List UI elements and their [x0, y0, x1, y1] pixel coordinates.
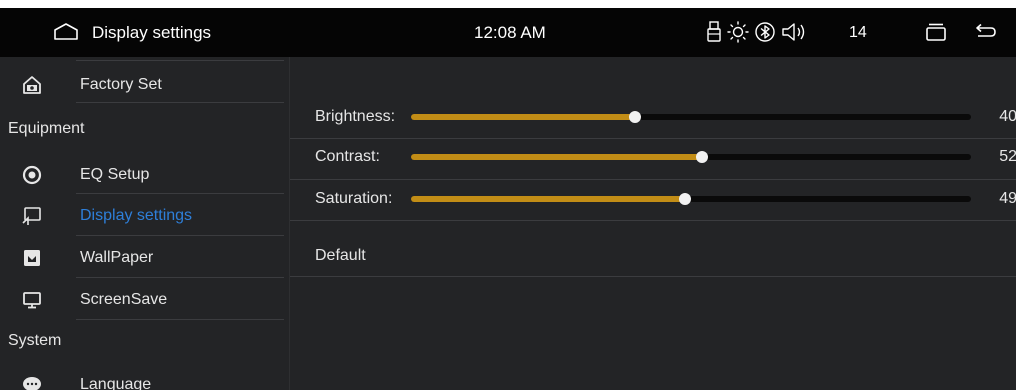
sidebar-item-label: WallPaper [80, 249, 154, 266]
brightness-slider-fill [411, 114, 635, 120]
volume-level: 14 [849, 24, 867, 41]
sidebar-item-label: ScreenSave [80, 291, 168, 308]
divider [290, 220, 1021, 221]
chat-icon [23, 377, 41, 390]
monitor-icon [23, 292, 41, 309]
sidebar: Factory Set Equipment EQ Setup Display s… [0, 57, 290, 390]
brightness-value: 40 [999, 108, 1017, 125]
divider [76, 60, 284, 61]
home-icon[interactable] [52, 21, 80, 43]
display-icon [22, 207, 41, 225]
saturation-slider-thumb[interactable] [679, 193, 692, 205]
divider [76, 102, 284, 103]
frame-top [0, 0, 1021, 8]
frame-right [1016, 0, 1021, 390]
clock: 12:08 AM [474, 23, 546, 42]
sidebar-item-label: EQ Setup [80, 166, 150, 183]
top-bar: Display settings 12:08 AM 14 [0, 8, 1021, 57]
settings-panel: Brightness: 40 Contrast: 52 Saturation: … [290, 57, 1021, 390]
saturation-slider-fill [411, 196, 686, 202]
factory-icon [23, 76, 41, 94]
section-system: System [8, 332, 62, 349]
sidebar-item-wallpaper[interactable]: WallPaper [0, 237, 289, 279]
sidebar-item-label: Language [80, 376, 152, 390]
recent-apps-icon[interactable] [924, 20, 948, 44]
sidebar-item-label: Display settings [80, 207, 193, 224]
sidebar-item-display-settings[interactable]: Display settings [0, 195, 289, 237]
back-icon[interactable] [972, 20, 998, 44]
usb-icon [707, 21, 721, 42]
contrast-slider[interactable] [411, 151, 971, 163]
saturation-row: Saturation: 49 [290, 178, 1021, 220]
default-button-label: Default [315, 247, 366, 264]
sidebar-item-language[interactable]: Language [0, 364, 289, 390]
divider [76, 277, 284, 278]
brightness-label: Brightness: [315, 108, 396, 125]
section-equipment: Equipment [8, 120, 85, 137]
default-button[interactable]: Default [290, 235, 1021, 277]
contrast-row: Contrast: 52 [290, 136, 1021, 178]
contrast-label: Contrast: [315, 148, 380, 165]
divider [76, 193, 284, 194]
sidebar-item-eq-setup[interactable]: EQ Setup [0, 154, 289, 196]
brightness-slider[interactable] [411, 111, 971, 123]
bluetooth-icon [755, 22, 775, 42]
divider [76, 319, 284, 320]
sidebar-item-label: Factory Set [80, 76, 162, 93]
contrast-value: 52 [999, 148, 1017, 165]
brightness-row: Brightness: 40 [290, 96, 1021, 138]
wallpaper-icon [24, 250, 40, 266]
eq-icon [22, 165, 42, 185]
divider [76, 235, 284, 236]
contrast-slider-fill [411, 154, 703, 160]
page-title: Display settings [92, 23, 212, 42]
saturation-slider[interactable] [411, 193, 971, 205]
saturation-value: 49 [999, 190, 1017, 207]
screen: Display settings 12:08 AM 14 Factory Set… [0, 0, 1021, 390]
speaker-icon [782, 23, 805, 41]
brightness-icon [727, 21, 749, 43]
sidebar-item-screensave[interactable]: ScreenSave [0, 279, 289, 321]
divider [290, 276, 1021, 277]
sidebar-item-factory-set[interactable]: Factory Set [0, 64, 289, 106]
saturation-label: Saturation: [315, 190, 393, 207]
contrast-slider-thumb[interactable] [696, 151, 709, 163]
brightness-slider-thumb[interactable] [629, 111, 641, 123]
